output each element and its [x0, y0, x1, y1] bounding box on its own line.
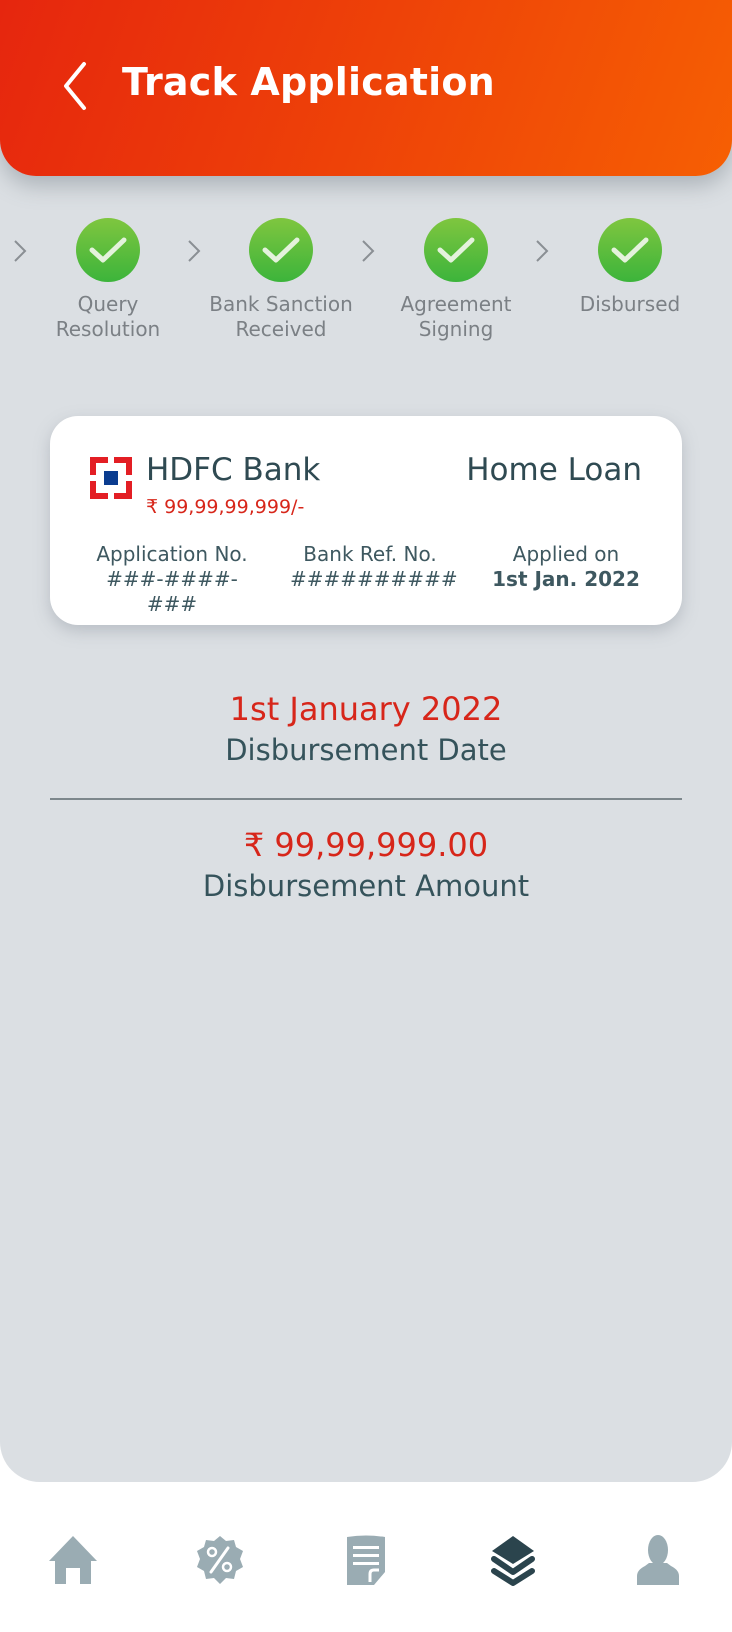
- step-check-circle: [598, 218, 662, 282]
- application-number: Application No. ###-####-###: [88, 542, 256, 617]
- page-title: Track Application: [122, 60, 495, 104]
- disbursement-amount-value: ₹ 99,99,999.00: [243, 826, 489, 864]
- step-label-line: Received: [235, 317, 327, 341]
- bottom-navigation: [0, 1482, 732, 1632]
- checkmark-icon: [262, 237, 300, 263]
- bank-name: HDFC Bank: [146, 452, 321, 488]
- step-label: Disbursed: [540, 292, 720, 317]
- disbursement-amount-section: ₹ 99,99,999.00 Disbursement Amount: [0, 824, 732, 906]
- step-label-line: Query: [77, 292, 139, 316]
- step-disbursed: Disbursed: [540, 218, 720, 317]
- step-label: Query Resolution: [18, 292, 198, 342]
- disbursement-date-label: Disbursement Date: [225, 733, 507, 767]
- step-label: Agreement Signing: [366, 292, 546, 342]
- bank-ref-label: Bank Ref. No.: [303, 542, 437, 566]
- chevron-left-icon: [64, 62, 86, 110]
- application-card[interactable]: HDFC Bank ₹ 99,99,99,999/- Home Loan App…: [50, 416, 682, 625]
- nav-home[interactable]: [43, 1530, 103, 1590]
- application-no-label: Application No.: [96, 542, 248, 566]
- nav-documents[interactable]: [336, 1530, 396, 1590]
- step-bank-sanction: Bank Sanction Received: [191, 218, 371, 342]
- bank-reference-number: Bank Ref. No. ##########: [290, 542, 458, 592]
- checkmark-icon: [437, 237, 475, 263]
- disbursement-amount-label: Disbursement Amount: [202, 869, 530, 903]
- step-check-circle: [76, 218, 140, 282]
- step-label-line: Resolution: [55, 317, 161, 341]
- progress-stepper: Query Resolution Bank Sanction Received …: [0, 218, 732, 358]
- disbursement-date-value: 1st January 2022: [229, 690, 503, 728]
- loan-amount: ₹ 99,99,99,999/-: [146, 496, 305, 518]
- step-label-line: Bank Sanction: [209, 292, 353, 316]
- back-button[interactable]: [56, 56, 96, 112]
- application-no-value: ###-####-###: [106, 567, 238, 616]
- divider: [50, 798, 682, 800]
- applied-on: Applied on 1st Jan. 2022: [486, 542, 646, 592]
- app-header: Track Application: [0, 0, 732, 176]
- step-query-resolution: Query Resolution: [18, 218, 198, 342]
- step-label-line: Agreement: [400, 292, 512, 316]
- nav-profile[interactable]: [628, 1530, 688, 1590]
- discount-badge-icon: [197, 1536, 243, 1584]
- nav-offers[interactable]: [190, 1530, 250, 1590]
- applied-on-value: 1st Jan. 2022: [492, 567, 640, 591]
- nav-applications[interactable]: [483, 1530, 543, 1590]
- step-check-circle: [249, 218, 313, 282]
- home-icon: [49, 1536, 97, 1584]
- user-icon: [637, 1535, 679, 1585]
- layers-icon: [491, 1536, 535, 1586]
- hdfc-bank-logo-icon: [90, 457, 132, 499]
- checkmark-icon: [89, 237, 127, 263]
- applied-on-label: Applied on: [512, 542, 620, 566]
- document-icon: [347, 1535, 385, 1585]
- bank-ref-value: ##########: [290, 567, 458, 591]
- step-label: Bank Sanction Received: [191, 292, 371, 342]
- disbursement-date-section: 1st January 2022 Disbursement Date: [0, 688, 732, 770]
- checkmark-icon: [611, 237, 649, 263]
- step-check-circle: [424, 218, 488, 282]
- loan-type: Home Loan: [466, 452, 642, 488]
- step-label-line: Disbursed: [579, 292, 681, 316]
- step-agreement-signing: Agreement Signing: [366, 218, 546, 342]
- step-label-line: Signing: [418, 317, 494, 341]
